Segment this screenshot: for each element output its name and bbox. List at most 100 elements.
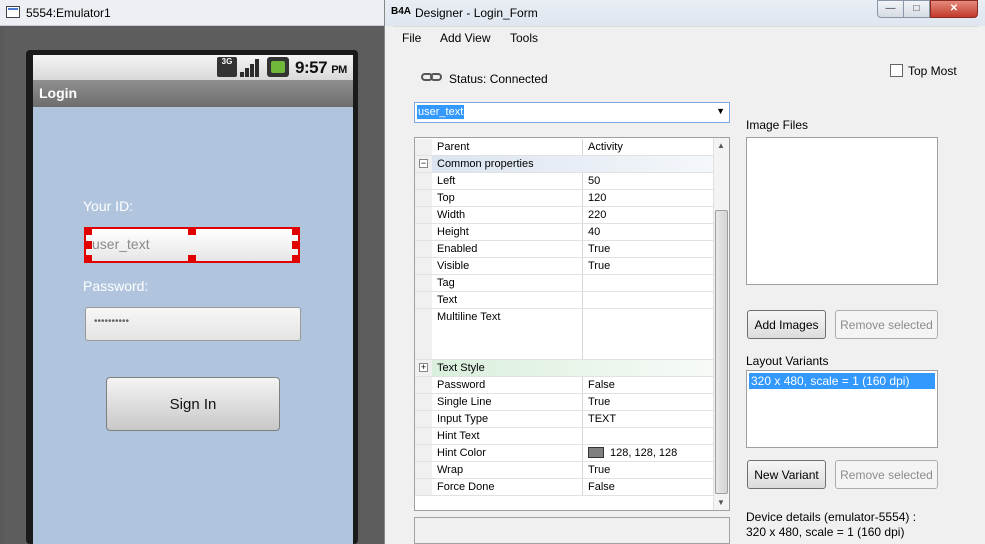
top-most-label: Top Most [908, 64, 957, 78]
property-grid-scrollbar[interactable]: ▲ ▼ [713, 138, 729, 510]
add-images-button[interactable]: Add Images [747, 310, 826, 339]
resize-handle[interactable] [188, 227, 196, 235]
property-column-divider [582, 207, 583, 223]
property-column-divider [582, 241, 583, 257]
property-column-divider [582, 292, 583, 308]
new-variant-button[interactable]: New Variant [747, 460, 826, 489]
designer-titlebar: B4A Designer - Login_Form — □ ✕ [385, 0, 985, 26]
resize-handle[interactable] [84, 241, 92, 249]
property-row[interactable]: Parent Activity [415, 139, 713, 156]
property-row-gutter [415, 173, 432, 189]
status-clock: 9:57 PM [295, 58, 347, 77]
property-value[interactable]: True [588, 260, 610, 272]
property-value[interactable]: False [588, 379, 615, 391]
property-value[interactable]: 40 [588, 226, 600, 238]
device-details-line1: Device details (emulator-5554) : [746, 510, 917, 524]
password-mask: •••••••••• [94, 316, 130, 327]
property-row[interactable]: Width 220 [415, 207, 713, 224]
property-row-gutter [415, 190, 432, 206]
menu-tools[interactable]: Tools [510, 31, 538, 45]
emulator-app-icon [6, 6, 20, 18]
property-name: Left [437, 175, 456, 187]
resize-handle[interactable] [84, 227, 92, 235]
view-selector-dropdown[interactable]: user_text ▼ [414, 102, 730, 123]
maximize-button[interactable]: □ [903, 0, 930, 18]
collapse-icon[interactable]: − [419, 159, 428, 168]
property-name: Top [437, 192, 455, 204]
resize-handle[interactable] [188, 255, 196, 263]
property-category-name: Common properties [437, 158, 534, 170]
resize-handle[interactable] [84, 255, 92, 263]
property-row[interactable]: Height 40 [415, 224, 713, 241]
property-row[interactable]: Single Line True [415, 394, 713, 411]
minimize-button[interactable]: — [877, 0, 904, 18]
property-value[interactable]: 120 [588, 192, 606, 204]
property-column-divider [582, 173, 583, 189]
user-text-hint: user_text [92, 236, 150, 252]
property-grid: Parent Activity − Common properties Left 50 To… [414, 137, 730, 511]
emulator-titlebar: 5554:Emulator1 [0, 0, 385, 26]
scrollbar-thumb[interactable] [715, 210, 728, 494]
sign-in-button[interactable]: Sign In [106, 377, 280, 431]
close-button[interactable]: ✕ [930, 0, 978, 18]
property-value[interactable]: 128, 128, 128 [588, 447, 677, 459]
property-row-gutter [415, 479, 432, 495]
property-value[interactable]: True [588, 396, 610, 408]
activity-title-bar: Login [33, 80, 353, 107]
property-row-gutter [415, 292, 432, 308]
dropdown-arrow-icon[interactable]: ▼ [716, 106, 725, 116]
scroll-up-icon[interactable]: ▲ [717, 141, 725, 150]
property-name: Single Line [437, 396, 492, 408]
password-label: Password: [83, 278, 149, 294]
property-value[interactable]: TEXT [588, 413, 616, 425]
property-row[interactable]: Top 120 [415, 190, 713, 207]
remove-selected-images-button[interactable]: Remove selected [835, 310, 938, 339]
property-value[interactable]: True [588, 243, 610, 255]
scroll-down-icon[interactable]: ▼ [717, 498, 725, 507]
property-row[interactable]: Multiline Text [415, 309, 713, 360]
property-column-divider [582, 377, 583, 393]
property-name: Hint Color [437, 447, 486, 459]
property-row[interactable]: Tag [415, 275, 713, 292]
resize-handle[interactable] [292, 241, 300, 249]
property-column-divider [582, 462, 583, 478]
property-value[interactable]: Activity [588, 141, 623, 153]
property-value[interactable]: True [588, 464, 610, 476]
property-column-divider [582, 309, 583, 359]
property-row[interactable]: Enabled True [415, 241, 713, 258]
property-category-row[interactable]: − Common properties [415, 156, 713, 173]
property-row-gutter [415, 309, 432, 359]
top-most-checkbox[interactable] [890, 64, 903, 77]
property-row[interactable]: Hint Color 128, 128, 128 [415, 445, 713, 462]
property-row[interactable]: Text [415, 292, 713, 309]
layout-variants-list[interactable]: 320 x 480, scale = 1 (160 dpi) [746, 370, 938, 448]
network-3g-icon: 3G [217, 57, 237, 77]
user-text-field[interactable]: user_text [84, 227, 300, 263]
property-row-gutter [415, 445, 432, 461]
variant-list-item[interactable]: 320 x 480, scale = 1 (160 dpi) [749, 373, 935, 389]
property-row[interactable]: Left 50 [415, 173, 713, 190]
property-name: Width [437, 209, 466, 221]
image-files-list[interactable] [746, 137, 938, 285]
resize-handle[interactable] [292, 227, 300, 235]
property-row[interactable]: Input Type TEXT [415, 411, 713, 428]
property-name: Multiline Text [437, 311, 501, 323]
property-row[interactable]: Wrap True [415, 462, 713, 479]
property-row[interactable]: Password False [415, 377, 713, 394]
property-category-row[interactable]: + Text Style [415, 360, 713, 377]
property-row[interactable]: Visible True [415, 258, 713, 275]
activity-title: Login [39, 85, 78, 101]
property-value[interactable]: 220 [588, 209, 606, 221]
menu-file[interactable]: File [402, 31, 421, 45]
property-value[interactable]: 50 [588, 175, 600, 187]
expand-icon[interactable]: + [419, 363, 428, 372]
phone-screen: 3G 9:57 PM Login Your ID: user_text Pass… [33, 55, 353, 544]
property-value[interactable]: False [588, 481, 615, 493]
property-row[interactable]: Force Done False [415, 479, 713, 496]
property-row-gutter [415, 275, 432, 291]
menu-add-view[interactable]: Add View [440, 31, 490, 45]
password-field[interactable]: •••••••••• [85, 307, 301, 341]
resize-handle[interactable] [292, 255, 300, 263]
remove-selected-variant-button[interactable]: Remove selected [835, 460, 938, 489]
property-row[interactable]: Hint Text [415, 428, 713, 445]
